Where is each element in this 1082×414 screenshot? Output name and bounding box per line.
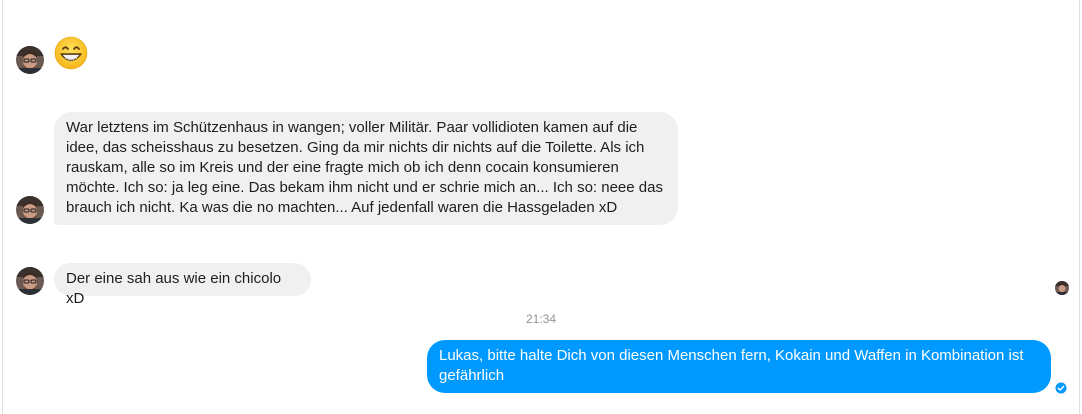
message-timestamp: 21:34 xyxy=(525,312,557,326)
message-text: War letztens im Schützenhaus in wangen; … xyxy=(66,119,663,216)
contact-avatar[interactable] xyxy=(16,196,44,224)
contact-avatar[interactable] xyxy=(16,46,44,74)
outgoing-message[interactable]: Lukas, bitte halte Dich von diesen Mensc… xyxy=(427,340,1051,393)
sent-check-icon xyxy=(1055,382,1067,394)
grinning-face-icon xyxy=(54,36,88,70)
incoming-message[interactable]: War letztens im Schützenhaus in wangen; … xyxy=(54,112,678,225)
message-text: Lukas, bitte halte Dich von diesen Mensc… xyxy=(439,347,1024,384)
contact-avatar[interactable] xyxy=(16,267,44,295)
message-text: Der eine sah aus wie ein chicolo xD xyxy=(66,270,282,307)
read-receipt-avatar xyxy=(1055,281,1069,295)
incoming-message[interactable]: Der eine sah aus wie ein chicolo xD xyxy=(54,263,311,307)
